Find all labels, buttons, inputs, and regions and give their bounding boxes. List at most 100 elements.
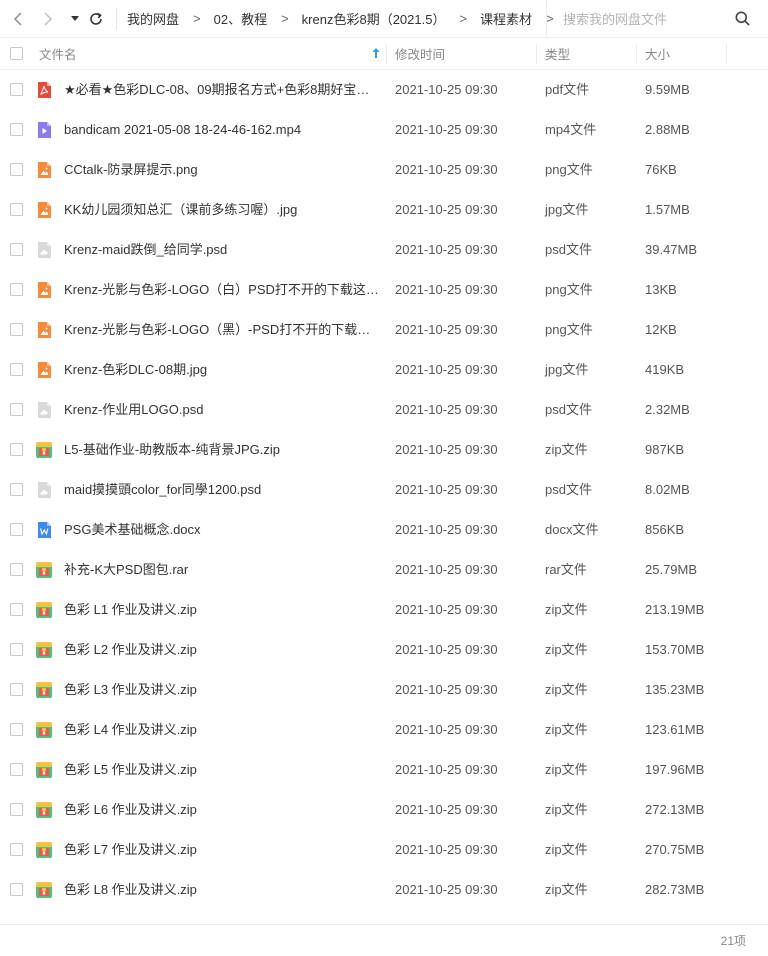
row-checkbox[interactable] [10, 283, 23, 296]
refresh-button[interactable] [84, 7, 108, 31]
file-type: docx文件 [545, 522, 599, 537]
row-checkbox[interactable] [10, 123, 23, 136]
file-name[interactable]: 色彩 L4 作业及讲义.zip [64, 710, 380, 750]
file-name[interactable]: 补充-K大PSD图包.rar [64, 550, 380, 590]
row-checkbox[interactable] [10, 363, 23, 376]
file-row[interactable]: ★必看★色彩DLC-08、09期报名方式+色彩8期好宝宝申... 2021-10-… [0, 70, 768, 110]
file-type: mp4文件 [545, 122, 597, 137]
file-row[interactable]: 色彩 L2 作业及讲义.zip 2021-10-25 09:30 zip文件 153.… [0, 630, 768, 670]
file-name[interactable]: bandicam 2021-05-08 18-24-46-162.mp4 [64, 110, 380, 150]
file-row[interactable]: PSG美术基础概念.docx 2021-10-25 09:30 docx文件 856K… [0, 510, 768, 550]
file-row[interactable]: 色彩 L7 作业及讲义.zip 2021-10-25 09:30 zip文件 270.… [0, 830, 768, 870]
row-checkbox[interactable] [10, 883, 23, 896]
file-row[interactable]: CCtalk-防录屏提示.png 2021-10-25 09:30 png文件 76K… [0, 150, 768, 190]
column-divider[interactable] [726, 44, 727, 64]
file-name[interactable]: 色彩 L3 作业及讲义.zip [64, 670, 380, 710]
row-checkbox[interactable] [10, 843, 23, 856]
file-row[interactable]: bandicam 2021-05-08 18-24-46-162.mp4 2021… [0, 110, 768, 150]
file-name[interactable]: 色彩 L5 作业及讲义.zip [64, 750, 380, 790]
file-modified: 2021-10-25 09:30 [395, 642, 498, 657]
file-row[interactable]: KK幼儿园须知总汇（课前多练习喔）.jpg 2021-10-25 09:30 jpg… [0, 190, 768, 230]
history-dropdown-button[interactable] [68, 7, 82, 31]
file-modified: 2021-10-25 09:30 [395, 682, 498, 697]
search-input[interactable] [563, 11, 733, 27]
zip-icon [35, 721, 53, 739]
file-name[interactable]: L5-基础作业-助教版本-纯背景JPG.zip [64, 430, 380, 470]
search-icon[interactable] [735, 11, 750, 26]
file-row[interactable]: 色彩 L5 作业及讲义.zip 2021-10-25 09:30 zip文件 197.… [0, 750, 768, 790]
file-row[interactable]: 色彩 L8 作业及讲义.zip 2021-10-25 09:30 zip文件 282.… [0, 870, 768, 910]
file-size: 39.47MB [645, 242, 698, 257]
back-button[interactable] [6, 7, 30, 31]
column-type[interactable]: 类型 [537, 38, 637, 69]
file-row[interactable]: 色彩 L3 作业及讲义.zip 2021-10-25 09:30 zip文件 135.… [0, 670, 768, 710]
row-checkbox[interactable] [10, 243, 23, 256]
file-name[interactable]: 色彩 L2 作业及讲义.zip [64, 630, 380, 670]
file-modified: 2021-10-25 09:30 [395, 802, 498, 817]
row-checkbox[interactable] [10, 83, 23, 96]
file-row[interactable]: L5-基础作业-助教版本-纯背景JPG.zip 2021-10-25 09:30 z… [0, 430, 768, 470]
file-name[interactable]: KK幼儿园须知总汇（课前多练习喔）.jpg [64, 190, 380, 230]
select-all-checkbox[interactable] [10, 47, 23, 60]
file-row[interactable]: 色彩 L6 作业及讲义.zip 2021-10-25 09:30 zip文件 272.… [0, 790, 768, 830]
file-name[interactable]: PSG美术基础概念.docx [64, 510, 380, 550]
video-icon [35, 121, 53, 139]
select-all-cell [10, 38, 23, 69]
file-name[interactable]: 色彩 L6 作业及讲义.zip [64, 790, 380, 830]
file-name[interactable]: Krenz-光影与色彩-LOGO（白）PSD打不开的下载这个.p... [64, 270, 380, 310]
row-checkbox[interactable] [10, 603, 23, 616]
chevron-left-icon [13, 11, 22, 26]
row-checkbox[interactable] [10, 323, 23, 336]
file-name[interactable]: ★必看★色彩DLC-08、09期报名方式+色彩8期好宝宝申... [64, 70, 380, 110]
file-name[interactable]: CCtalk-防录屏提示.png [64, 150, 380, 190]
row-checkbox[interactable] [10, 403, 23, 416]
file-name[interactable]: Krenz-色彩DLC-08期.jpg [64, 350, 380, 390]
file-row[interactable]: Krenz-色彩DLC-08期.jpg 2021-10-25 09:30 jpg文件… [0, 350, 768, 390]
file-type: zip文件 [545, 762, 588, 777]
row-checkbox[interactable] [10, 443, 23, 456]
file-modified: 2021-10-25 09:30 [395, 82, 498, 97]
file-row[interactable]: 色彩 L1 作业及讲义.zip 2021-10-25 09:30 zip文件 213.… [0, 590, 768, 630]
file-row[interactable]: maid摸摸頭color_for同學1200.psd 2021-10-25 09:… [0, 470, 768, 510]
file-name[interactable]: 色彩 L8 作业及讲义.zip [64, 870, 380, 910]
column-name[interactable]: 文件名 [39, 38, 384, 69]
file-name[interactable]: Krenz-光影与色彩-LOGO（黑）-PSD打不开的下载这个.... [64, 310, 380, 350]
file-row[interactable]: Krenz-光影与色彩-LOGO（黑）-PSD打不开的下载这个.... 2021-… [0, 310, 768, 350]
file-size: 25.79MB [645, 562, 698, 577]
file-row[interactable]: 补充-K大PSD图包.rar 2021-10-25 09:30 rar文件 25.79… [0, 550, 768, 590]
column-modified[interactable]: 修改时间 [387, 38, 537, 69]
row-checkbox[interactable] [10, 643, 23, 656]
word-icon [35, 521, 53, 539]
psd-icon [35, 481, 53, 499]
row-checkbox[interactable] [10, 763, 23, 776]
toolbar-divider [116, 7, 117, 30]
file-name[interactable]: Krenz-作业用LOGO.psd [64, 390, 380, 430]
file-type: zip文件 [545, 882, 588, 897]
file-name[interactable]: Krenz-maid跌倒_给同学.psd [64, 230, 380, 270]
row-checkbox[interactable] [10, 523, 23, 536]
breadcrumb-item-root[interactable]: 我的网盘 [127, 9, 179, 28]
row-checkbox[interactable] [10, 163, 23, 176]
breadcrumb-item-course[interactable]: krenz色彩8期（2021.5） [302, 9, 446, 28]
row-checkbox[interactable] [10, 203, 23, 216]
zip-icon [35, 561, 53, 579]
file-row[interactable]: 色彩 L4 作业及讲义.zip 2021-10-25 09:30 zip文件 123.… [0, 710, 768, 750]
file-row[interactable]: Krenz-maid跌倒_给同学.psd 2021-10-25 09:30 psd文… [0, 230, 768, 270]
forward-button[interactable] [36, 7, 60, 31]
file-row[interactable]: Krenz-光影与色彩-LOGO（白）PSD打不开的下载这个.p... 2021-… [0, 270, 768, 310]
file-type: rar文件 [545, 562, 587, 577]
file-name[interactable]: 色彩 L7 作业及讲义.zip [64, 830, 380, 870]
breadcrumb-item-materials[interactable]: 课程素材 [480, 9, 532, 28]
breadcrumb-item-tutorial[interactable]: 02、教程 [214, 9, 267, 28]
row-checkbox[interactable] [10, 483, 23, 496]
file-name[interactable]: maid摸摸頭color_for同學1200.psd [64, 470, 380, 510]
file-name[interactable]: 色彩 L1 作业及讲义.zip [64, 590, 380, 630]
row-checkbox[interactable] [10, 723, 23, 736]
row-checkbox[interactable] [10, 563, 23, 576]
file-row[interactable]: Krenz-作业用LOGO.psd 2021-10-25 09:30 psd文件 2.… [0, 390, 768, 430]
row-checkbox[interactable] [10, 803, 23, 816]
row-checkbox[interactable] [10, 683, 23, 696]
item-count: 21项 [720, 934, 746, 948]
sort-ascending-icon[interactable] [372, 47, 380, 59]
column-size[interactable]: 大小 [637, 38, 727, 69]
